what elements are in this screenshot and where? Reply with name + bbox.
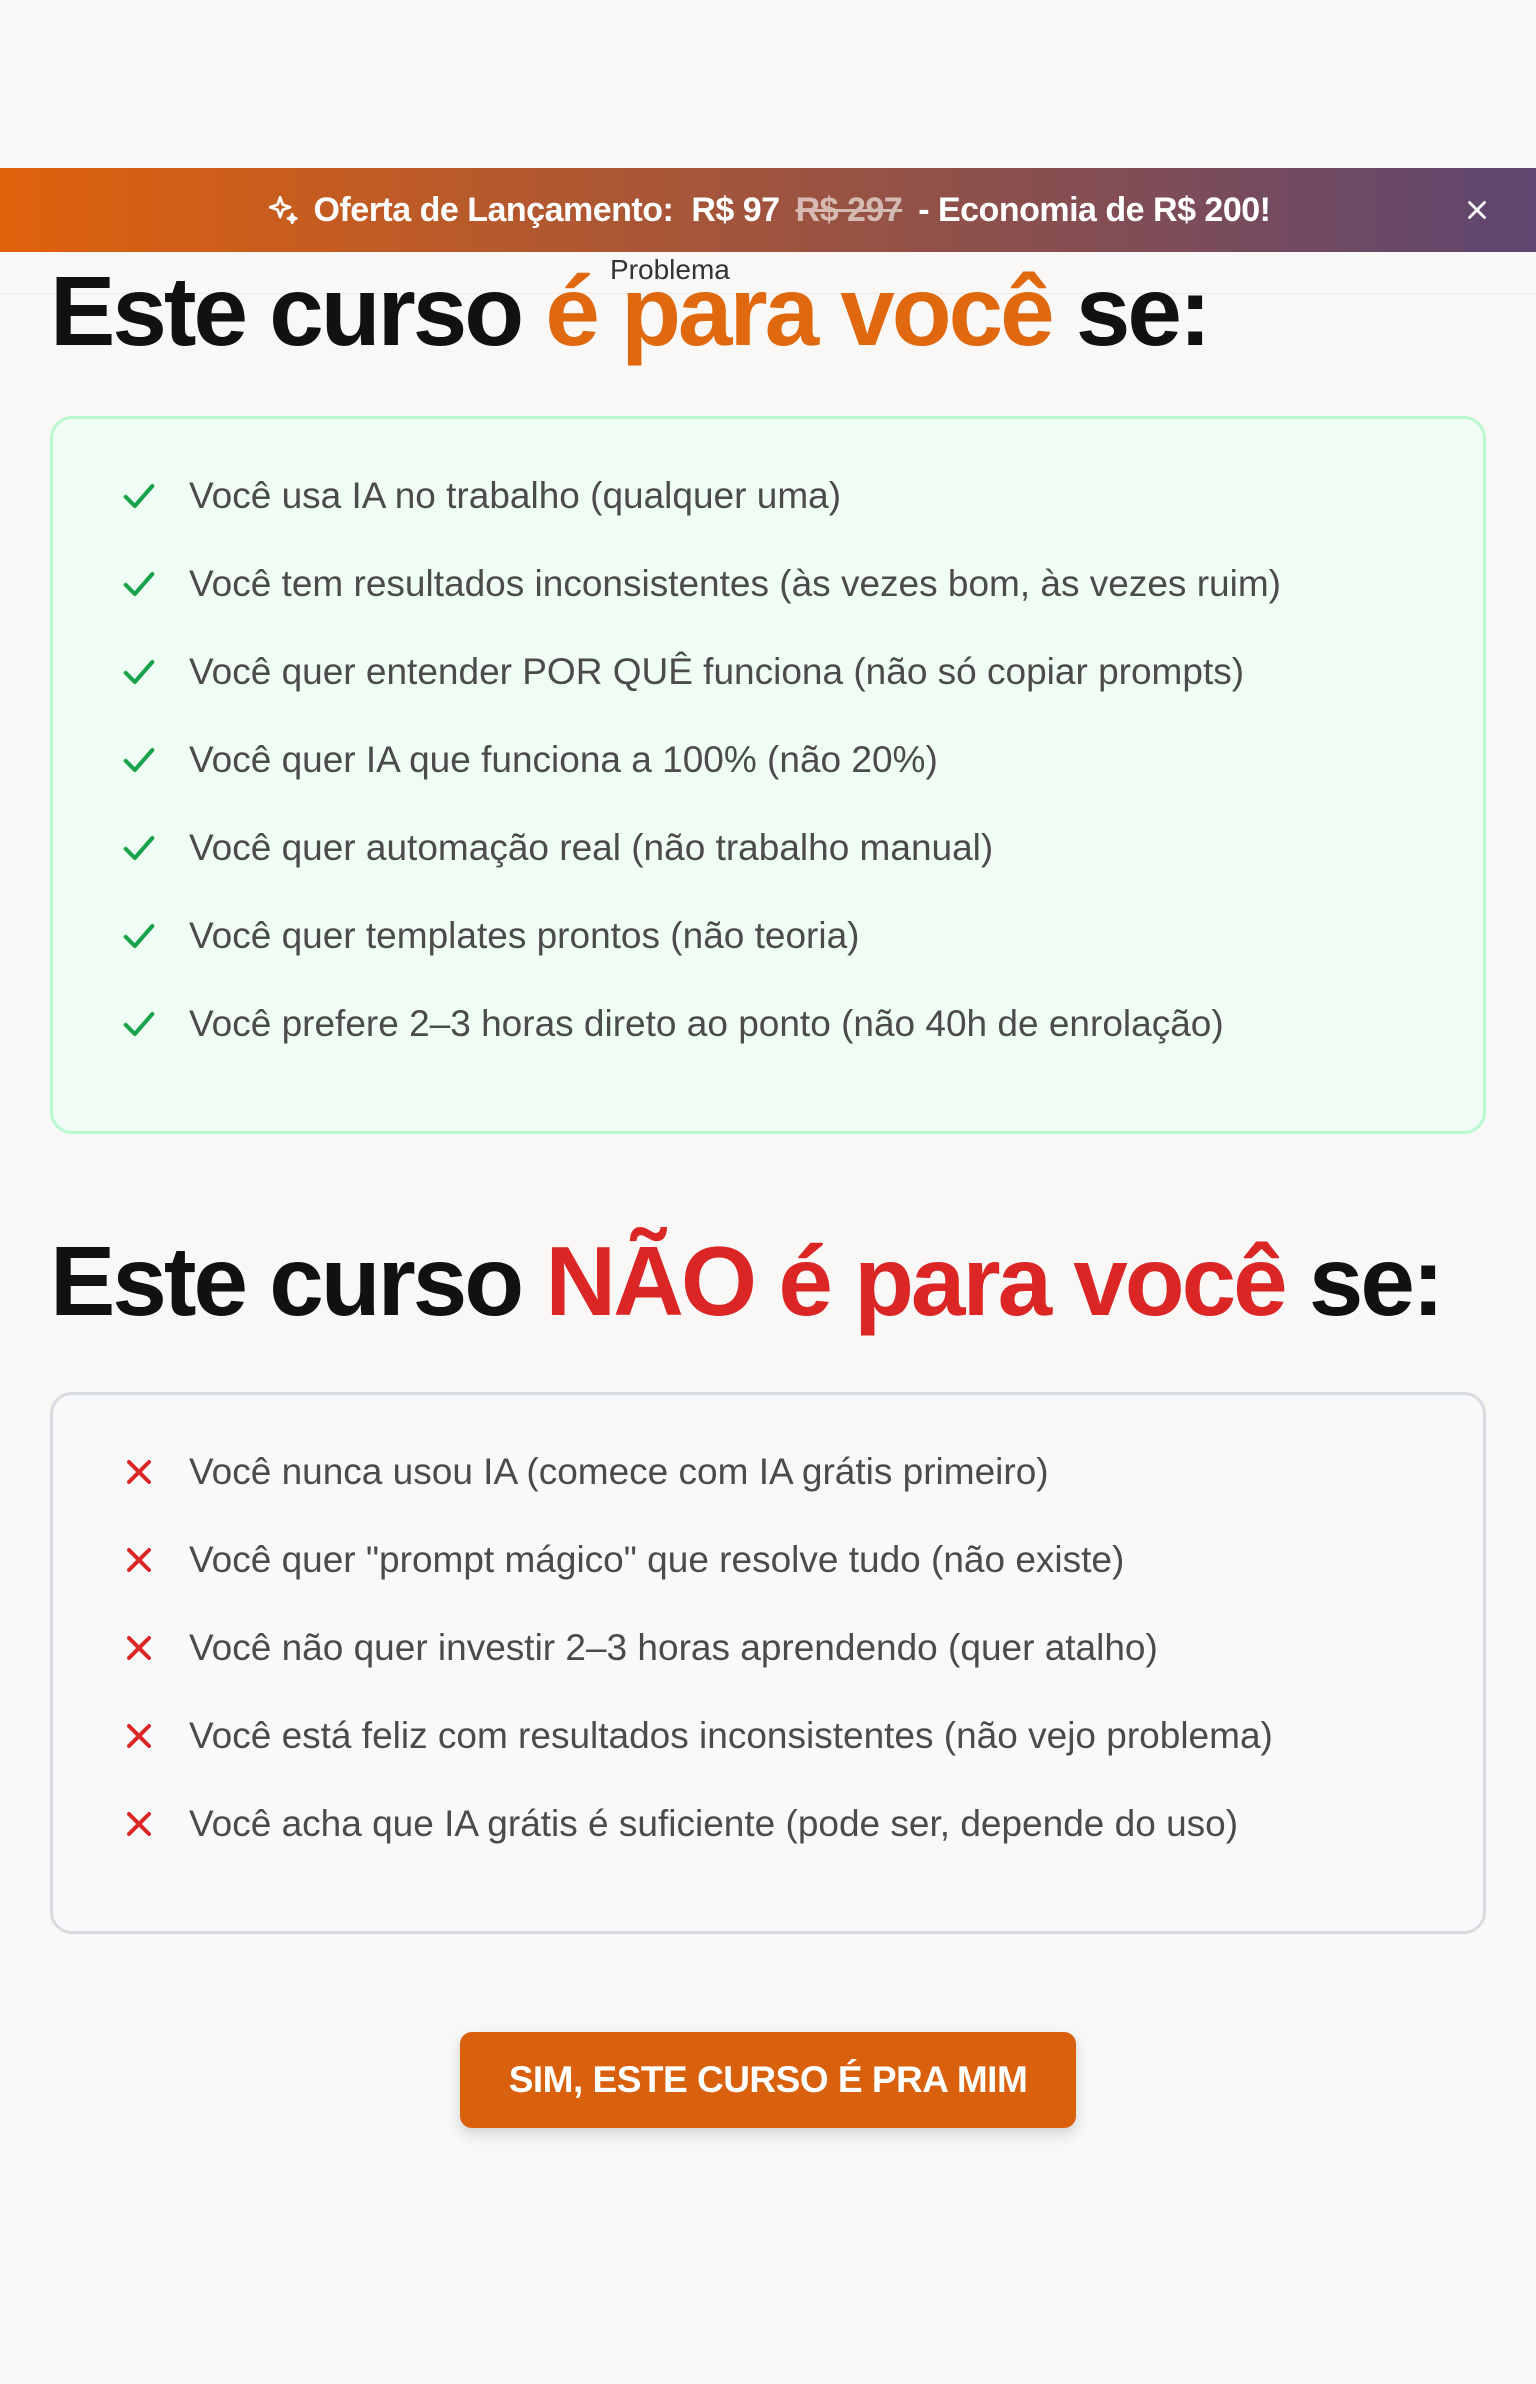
x-icon <box>127 1812 151 1836</box>
for-you-list-item: Você tem resultados inconsistentes (às v… <box>119 563 1281 605</box>
promo-label: Oferta de Lançamento: <box>313 190 674 229</box>
check-icon <box>123 924 155 948</box>
x-icon <box>127 1636 151 1660</box>
heading-for-you-post: se: <box>1075 256 1212 366</box>
for-you-list-item-text: Você quer entender POR QUÊ funciona (não… <box>189 651 1245 692</box>
check-icon <box>123 836 155 860</box>
not-for-you-list-item: Você quer "prompt mágico" que resolve tu… <box>119 1539 1124 1581</box>
for-you-list-item-text: Você quer automação real (não trabalho m… <box>189 827 994 868</box>
x-icon <box>127 1548 151 1572</box>
heading-not-for-you-pre: Este curso <box>50 1226 524 1336</box>
for-you-list-item: Você usa IA no trabalho (qualquer uma) <box>119 475 841 517</box>
for-you-list-item: Você quer templates prontos (não teoria) <box>119 915 860 957</box>
check-icon <box>123 1012 155 1036</box>
check-icon <box>123 748 155 772</box>
for-you-list-item-text: Você quer IA que funciona a 100% (não 20… <box>189 739 938 780</box>
heading-not-for-you: Este curso NÃO é para você se: <box>50 1232 1445 1330</box>
heading-for-you: Este curso é para você se: <box>50 262 1212 360</box>
not-for-you-list-item-text: Você está feliz com resultados inconsist… <box>189 1715 1273 1756</box>
for-you-list-item: Você quer IA que funciona a 100% (não 20… <box>119 739 938 781</box>
promo-old-price: R$ 297 <box>795 190 903 229</box>
promo-banner: Oferta de Lançamento: R$ 97 R$ 297 - Eco… <box>0 168 1536 252</box>
heading-not-for-you-post: se: <box>1308 1226 1445 1336</box>
close-icon[interactable] <box>1462 195 1492 225</box>
for-you-list-item-text: Você usa IA no trabalho (qualquer uma) <box>189 475 842 516</box>
sparkle-icon <box>268 195 298 225</box>
not-for-you-list-item-text: Você quer "prompt mágico" que resolve tu… <box>189 1539 1125 1580</box>
promo-savings: - Economia de R$ 200! <box>918 190 1271 229</box>
x-icon <box>127 1460 151 1484</box>
heading-for-you-pre: Este curso <box>50 256 524 366</box>
header-blank-area <box>0 0 1536 168</box>
for-you-list-item-text: Você tem resultados inconsistentes (às v… <box>189 563 1281 604</box>
check-icon <box>123 484 155 508</box>
not-for-you-list-item: Você não quer investir 2–3 horas aprende… <box>119 1627 1158 1669</box>
for-you-list-item-text: Você quer templates prontos (não teoria) <box>189 915 860 956</box>
heading-not-for-you-highlight: NÃO é para você <box>545 1226 1287 1336</box>
check-icon <box>123 572 155 596</box>
promo-price: R$ 97 <box>691 190 780 229</box>
for-you-list-item: Você prefere 2–3 horas direto ao ponto (… <box>119 1003 1224 1045</box>
cta-button[interactable]: SIM, ESTE CURSO É PRA MIM <box>460 2032 1076 2128</box>
heading-for-you-highlight: é para você <box>545 256 1054 366</box>
not-for-you-card: Você nunca usou IA (comece com IA grátis… <box>50 1392 1486 1934</box>
not-for-you-list-item-text: Você não quer investir 2–3 horas aprende… <box>189 1627 1158 1668</box>
for-you-list-item: Você quer automação real (não trabalho m… <box>119 827 993 869</box>
not-for-you-list-item: Você nunca usou IA (comece com IA grátis… <box>119 1451 1049 1493</box>
not-for-you-list-item-text: Você nunca usou IA (comece com IA grátis… <box>189 1451 1049 1492</box>
for-you-list-item: Você quer entender POR QUÊ funciona (não… <box>119 651 1244 693</box>
page: Problema Este curso é para você se: Ofer… <box>0 0 1536 2384</box>
not-for-you-list-item: Você acha que IA grátis é suficiente (po… <box>119 1803 1238 1845</box>
not-for-you-list-item: Você está feliz com resultados inconsist… <box>119 1715 1273 1757</box>
not-for-you-list-item-text: Você acha que IA grátis é suficiente (po… <box>189 1803 1239 1844</box>
for-you-list-item-text: Você prefere 2–3 horas direto ao ponto (… <box>189 1003 1224 1044</box>
for-you-card: Você usa IA no trabalho (qualquer uma) Vo… <box>50 416 1486 1134</box>
check-icon <box>123 660 155 684</box>
x-icon <box>127 1724 151 1748</box>
